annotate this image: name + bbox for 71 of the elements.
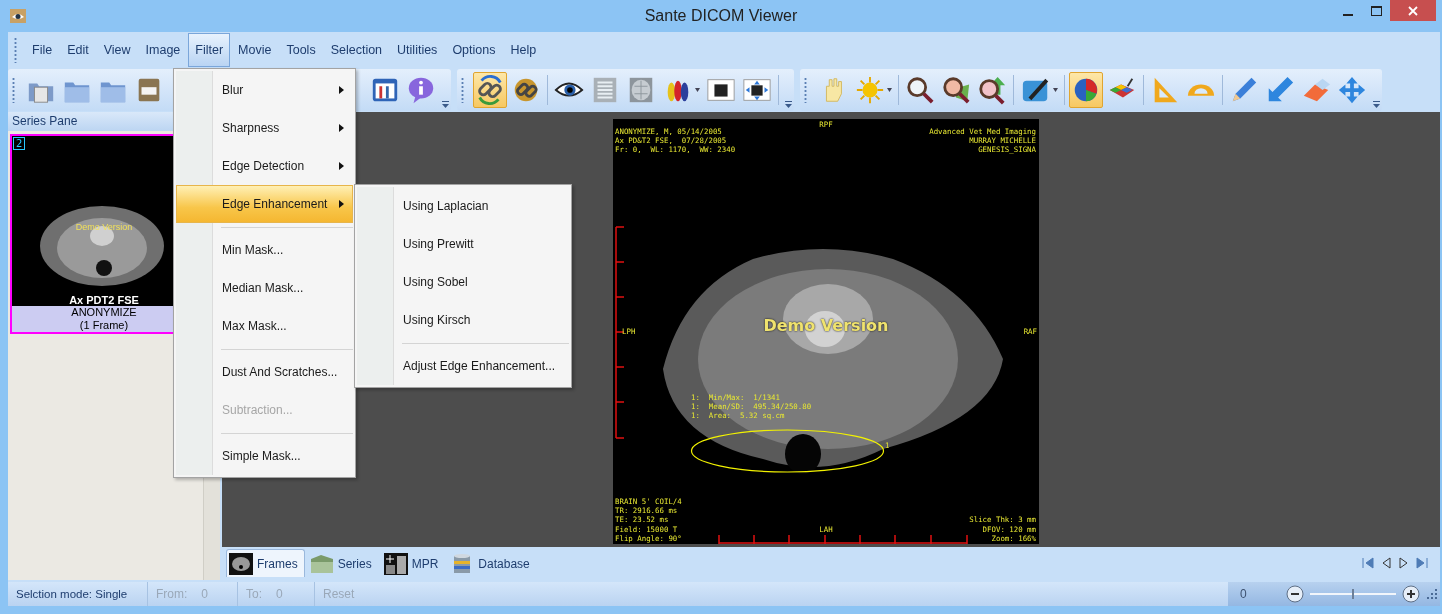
menu-item[interactable]: Selection: [323, 33, 390, 67]
menu-item[interactable]: File: [25, 33, 60, 67]
move-icon: [1337, 75, 1367, 105]
submenu-arrow-icon: [339, 124, 344, 132]
folder-icon: [309, 552, 334, 575]
menu-item[interactable]: Image: [138, 33, 188, 67]
series-title: Ax PDT2 FSE: [69, 294, 139, 306]
overflow-icon[interactable]: [1373, 101, 1380, 109]
caret-icon: [1052, 88, 1058, 92]
demo-label: Demo Version: [763, 316, 889, 335]
menu-item[interactable]: Help: [503, 33, 544, 67]
info-icon: [406, 75, 436, 105]
minimize-icon: [1343, 14, 1353, 16]
caret-icon: [694, 88, 700, 92]
caret-icon: [886, 88, 892, 92]
next-frame-button[interactable]: [1398, 557, 1410, 569]
demo-label: Demo Version: [75, 222, 133, 232]
from-value: 0: [201, 587, 209, 601]
scan-icon: [229, 552, 253, 575]
previous-frame-button[interactable]: [1380, 557, 1392, 569]
window-title: Sante DICOM Viewer: [644, 7, 798, 24]
link-icon: [475, 75, 505, 105]
menu-item[interactable]: Adjust Edge Enhancement...: [357, 347, 569, 385]
menu-item[interactable]: Using Kirsch: [357, 301, 569, 339]
to-value: 0: [276, 587, 283, 601]
close-button[interactable]: [1390, 0, 1436, 21]
submenu-arrow-icon: [339, 200, 344, 208]
menu-item[interactable]: View: [96, 33, 138, 67]
view-tab[interactable]: Database: [447, 549, 537, 577]
zoom-in-button[interactable]: [1402, 585, 1420, 603]
view-tab[interactable]: MPR: [380, 549, 446, 577]
menu-item[interactable]: Movie: [231, 33, 279, 67]
toolbar-button[interactable]: [473, 72, 507, 108]
to-label: To:: [246, 587, 262, 601]
menu-item[interactable]: Simple Mask...: [176, 437, 353, 475]
patient-name: ANONYMIZE: [71, 306, 137, 319]
submenu-arrow-icon: [339, 162, 344, 170]
submenu-arrow-icon: [339, 86, 344, 94]
menu-item[interactable]: Using Prewitt: [357, 225, 569, 263]
overflow-icon[interactable]: [442, 101, 449, 109]
menu-item[interactable]: Utilities: [390, 33, 445, 67]
last-frame-button[interactable]: [1416, 557, 1428, 569]
resize-grip-icon[interactable]: [1426, 588, 1438, 600]
menu-item[interactable]: Options: [445, 33, 503, 67]
maximize-icon: [1370, 6, 1382, 16]
view-tab[interactable]: Frames: [226, 549, 305, 577]
menu-item[interactable]: Tools: [279, 33, 323, 67]
close-icon: [1408, 5, 1418, 16]
menu-item[interactable]: Filter: [188, 33, 231, 67]
menu-item[interactable]: Using Laplacian: [357, 187, 569, 225]
view-tab[interactable]: Series: [306, 549, 379, 577]
pane-title: Series Pane: [12, 114, 78, 128]
menu-item[interactable]: Edge Enhancement: [176, 185, 353, 223]
mpr-icon: [383, 552, 408, 575]
magnifier-color-icon: [941, 75, 971, 105]
overflow-icon[interactable]: [785, 101, 792, 109]
magnifier-icon: [905, 75, 935, 105]
menu-item[interactable]: Edit: [60, 33, 96, 67]
frame-count: (1 Frame): [79, 319, 129, 332]
from-label: From:: [156, 587, 188, 601]
eye-icon: [10, 9, 26, 23]
zoom-value: 0: [1239, 587, 1248, 601]
first-frame-button[interactable]: [1362, 557, 1374, 569]
selection-mode-text: Selction mode: Single: [16, 588, 128, 600]
menu-item[interactable]: Using Sobel: [357, 263, 569, 301]
zoom-slider[interactable]: [1310, 588, 1396, 600]
menu-item[interactable]: Dust And Scratches...: [176, 353, 353, 391]
zoom-out-button[interactable]: [1286, 585, 1304, 603]
series-number: 2: [13, 137, 26, 150]
magnifier-arrow-icon: [977, 75, 1007, 105]
sun-icon: [854, 75, 885, 105]
